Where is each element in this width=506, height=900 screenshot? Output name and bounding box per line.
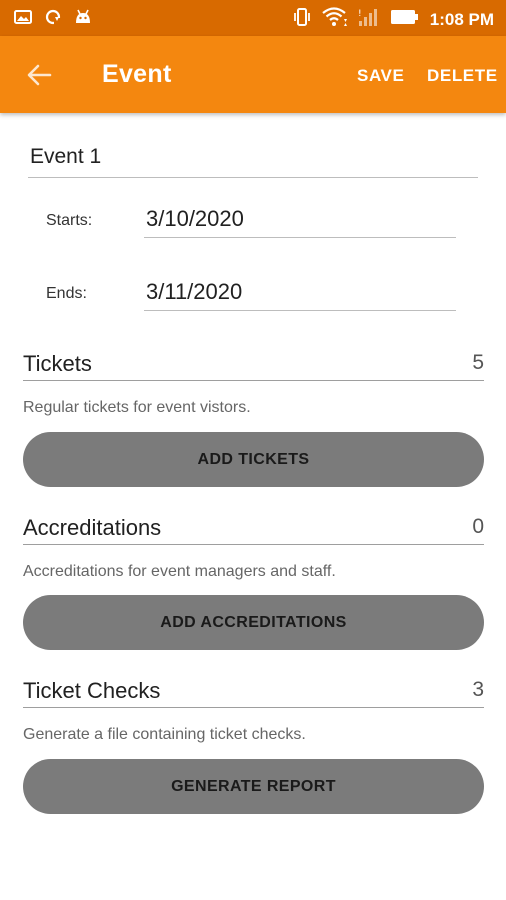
add-accreditations-button[interactable]: ADD ACCREDITATIONS bbox=[23, 595, 484, 650]
status-icons-left bbox=[14, 8, 92, 31]
vibrate-icon bbox=[292, 7, 312, 32]
status-icons-right: ! 1:08 PM bbox=[292, 7, 494, 32]
tickets-description: Regular tickets for event vistors. bbox=[23, 399, 251, 416]
photo-icon bbox=[14, 9, 32, 30]
status-time: 1:08 PM bbox=[429, 9, 494, 29]
accreditations-description: Accreditations for event managers and st… bbox=[23, 563, 336, 580]
ends-date-field[interactable]: 3/11/2020 bbox=[144, 277, 456, 311]
tickets-section-header: Tickets 5 bbox=[23, 351, 484, 381]
save-button[interactable]: SAVE bbox=[357, 66, 404, 86]
app-bar: Event SAVE DELETE bbox=[0, 36, 506, 113]
svg-text:!: ! bbox=[358, 9, 362, 19]
starts-label: Starts: bbox=[46, 212, 93, 229]
ticket-checks-count: 3 bbox=[472, 678, 484, 701]
sync-icon bbox=[44, 8, 62, 31]
delete-button[interactable]: DELETE bbox=[427, 66, 498, 86]
wifi-icon bbox=[322, 7, 348, 32]
tickets-title: Tickets bbox=[23, 351, 92, 376]
starts-date-field[interactable]: 3/10/2020 bbox=[144, 204, 456, 238]
back-button[interactable] bbox=[22, 58, 56, 92]
ticket-checks-section-header: Ticket Checks 3 bbox=[23, 678, 484, 708]
add-tickets-button[interactable]: ADD TICKETS bbox=[23, 432, 484, 487]
accreditations-title: Accreditations bbox=[23, 515, 162, 540]
ticket-checks-description: Generate a file containing ticket checks… bbox=[23, 726, 306, 743]
status-bar: ! 1:08 PM bbox=[0, 0, 506, 36]
accreditations-count: 0 bbox=[472, 515, 484, 538]
event-name-field[interactable]: Event 1 bbox=[28, 142, 478, 178]
ends-label: Ends: bbox=[46, 285, 87, 302]
android-icon bbox=[74, 9, 92, 30]
battery-icon bbox=[390, 8, 420, 31]
ticket-checks-title: Ticket Checks bbox=[23, 678, 161, 703]
signal-icon: ! bbox=[358, 7, 380, 32]
back-arrow-icon bbox=[27, 64, 52, 86]
generate-report-button[interactable]: GENERATE REPORT bbox=[23, 759, 484, 814]
accreditations-section-header: Accreditations 0 bbox=[23, 515, 484, 545]
tickets-count: 5 bbox=[472, 351, 484, 374]
page-title: Event bbox=[102, 60, 172, 88]
